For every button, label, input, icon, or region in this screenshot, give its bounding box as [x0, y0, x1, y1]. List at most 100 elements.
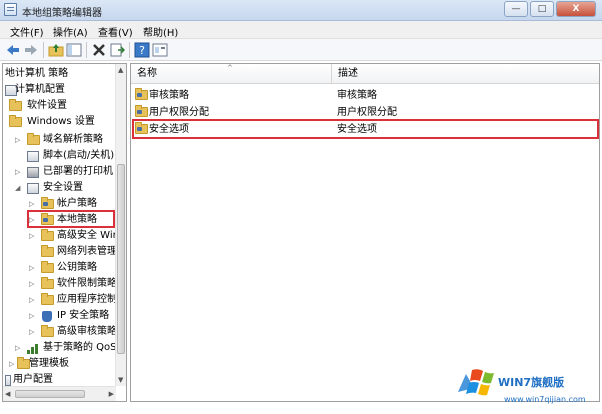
tree-label: 高级安全 Wir — [57, 230, 117, 241]
folder-icon — [41, 293, 54, 305]
column-label: 名称 — [137, 68, 157, 79]
tree-label: 软件限制策略 — [57, 278, 117, 289]
folder-icon — [41, 261, 54, 273]
tree-item-qos[interactable]: ▷ 基于策略的 QoS — [15, 340, 121, 356]
tree-item-windows-settings[interactable]: Windows 设置 — [9, 114, 119, 130]
expand-arrow-icon[interactable]: ▷ — [29, 260, 37, 276]
tree-item-scripts[interactable]: 脚本(启动/关机) — [15, 148, 120, 164]
folder-icon — [41, 245, 54, 257]
tree-item-root[interactable]: 地计算机 策略 — [5, 66, 68, 82]
row-name: 审核策略 — [149, 90, 189, 101]
close-button[interactable]: X — [556, 1, 596, 17]
scrollbar-thumb[interactable] — [117, 164, 125, 354]
delete-icon[interactable] — [91, 42, 107, 58]
maximize-button[interactable]: □ — [530, 1, 554, 17]
help-icon[interactable]: ? — [134, 42, 150, 58]
script-icon — [27, 151, 39, 162]
tree-label: 基于策略的 QoS — [43, 342, 117, 353]
menu-help[interactable]: 帮助(H) — [143, 24, 178, 39]
collapse-arrow-icon[interactable]: ◢ — [15, 180, 23, 196]
folder-icon — [41, 277, 54, 289]
expand-arrow-icon[interactable]: ▷ — [29, 308, 37, 324]
toolbar: ? — [0, 39, 602, 61]
tree-item-software-settings[interactable]: 软件设置 — [9, 98, 119, 114]
tree-item-software-restriction[interactable]: ▷ 软件限制策略 — [29, 276, 121, 292]
tree-label: IP 安全策略 — [57, 310, 110, 321]
highlight-local-policies — [27, 210, 115, 228]
column-label: 描述 — [338, 68, 358, 79]
expand-arrow-icon[interactable]: ▷ — [15, 340, 23, 356]
tree-item-printers[interactable]: ▷ 已部署的打印机 — [15, 164, 120, 180]
tree-item-advanced-firewall[interactable]: ▷ 高级安全 Wir — [29, 228, 121, 244]
up-folder-icon[interactable] — [48, 42, 64, 58]
tree-label: 公钥策略 — [57, 262, 97, 273]
tree-item-security-settings[interactable]: ◢ 安全设置 — [15, 180, 120, 196]
scrollbar-thumb[interactable] — [15, 390, 85, 398]
tree-label: 地计算机 策略 — [5, 68, 69, 79]
tree-label: 管理模板 — [29, 358, 69, 369]
folder-lock-icon — [41, 197, 54, 209]
tree-label: 脚本(启动/关机) — [43, 150, 115, 161]
minimize-button[interactable]: — — [504, 1, 528, 17]
folder-icon — [27, 133, 40, 145]
svg-text:?: ? — [139, 44, 145, 57]
show-hide-tree-icon[interactable] — [66, 42, 82, 58]
tree-label: 安全设置 — [43, 182, 83, 193]
user-icon — [5, 375, 11, 386]
policy-editor-icon — [4, 3, 17, 16]
properties-icon[interactable] — [152, 42, 168, 58]
tree-item-dns[interactable]: ▷ 域名解析策略 — [15, 132, 120, 148]
tree-label: 软件设置 — [27, 100, 67, 111]
scroll-right-icon[interactable]: ▶ — [109, 390, 114, 398]
expand-arrow-icon[interactable]: ▷ — [29, 276, 37, 292]
expand-arrow-icon[interactable]: ▷ — [29, 292, 37, 308]
folder-lock-icon — [135, 88, 148, 100]
back-arrow-icon[interactable] — [5, 42, 21, 58]
folder-icon — [41, 325, 54, 337]
expand-arrow-icon[interactable]: ▷ — [29, 324, 37, 340]
tree-item-ip-security[interactable]: ▷ IP 安全策略 — [29, 308, 121, 324]
menu-file[interactable]: 文件(F) — [10, 24, 44, 39]
menu-action[interactable]: 操作(A) — [53, 24, 88, 39]
tree-item-network-list[interactable]: 网络列表管理 — [29, 244, 121, 260]
export-list-icon[interactable] — [109, 42, 125, 58]
forward-arrow-icon[interactable] — [23, 42, 39, 58]
scroll-up-icon[interactable]: ▲ — [118, 66, 123, 74]
watermark-url: www.win7qijian.com — [504, 395, 586, 404]
tree-label: 计算机配置 — [15, 84, 65, 95]
folder-icon — [9, 115, 22, 127]
folder-icon — [41, 229, 54, 241]
expand-arrow-icon[interactable]: ▷ — [15, 132, 23, 148]
tree-item-advanced-audit[interactable]: ▷ 高级审核策略 — [29, 324, 121, 340]
window-title: 本地组策略编辑器 — [22, 8, 102, 19]
list-pane: 名称 ^ 描述 审核策略 审核策略 用户权限分配 用户权限分配 安全选项 安全选… — [130, 63, 600, 402]
expand-arrow-icon[interactable]: ▷ — [15, 164, 23, 180]
expand-arrow-icon[interactable]: ▷ — [29, 228, 37, 244]
tree-vertical-scrollbar[interactable]: ▲ ▼ — [115, 64, 126, 386]
security-settings-icon — [27, 183, 39, 194]
tree-label: 已部署的打印机 — [43, 166, 113, 177]
column-header-description[interactable]: 描述 — [332, 64, 599, 84]
scroll-down-icon[interactable]: ▼ — [118, 376, 123, 384]
menu-bar: 文件(F) 操作(A) 查看(V) 帮助(H) — [0, 21, 602, 39]
bar-chart-icon — [27, 343, 39, 354]
tree-item-public-key[interactable]: ▷ 公钥策略 — [29, 260, 121, 276]
tree-horizontal-scrollbar[interactable]: ◀ ▶ — [3, 386, 116, 401]
list-row-audit-policy[interactable]: 审核策略 审核策略 — [131, 87, 599, 105]
folder-icon — [9, 99, 22, 111]
tree-item-admin-templates[interactable]: ▷ 管理模板 — [9, 356, 119, 372]
folder-lock-icon — [135, 105, 148, 117]
scroll-left-icon[interactable]: ◀ — [5, 390, 10, 398]
menu-view[interactable]: 查看(V) — [98, 24, 133, 39]
tree-pane: 地计算机 策略 计算机配置 软件设置 Windows 设置 ▷ 域名解析策略 脚… — [2, 63, 127, 402]
column-header-name[interactable]: 名称 ^ — [131, 64, 332, 84]
printer-icon — [27, 167, 39, 178]
tree-label: 网络列表管理 — [57, 246, 117, 257]
title-bar: 本地组策略编辑器 — □ X — [0, 0, 602, 21]
highlight-security-options — [132, 119, 599, 139]
tree-label: 域名解析策略 — [43, 134, 103, 145]
tree-label: 应用程序控制 — [57, 294, 117, 305]
expand-arrow-icon[interactable]: ▷ — [9, 356, 17, 372]
windows-logo-icon — [458, 369, 494, 396]
tree-item-app-control[interactable]: ▷ 应用程序控制 — [29, 292, 121, 308]
